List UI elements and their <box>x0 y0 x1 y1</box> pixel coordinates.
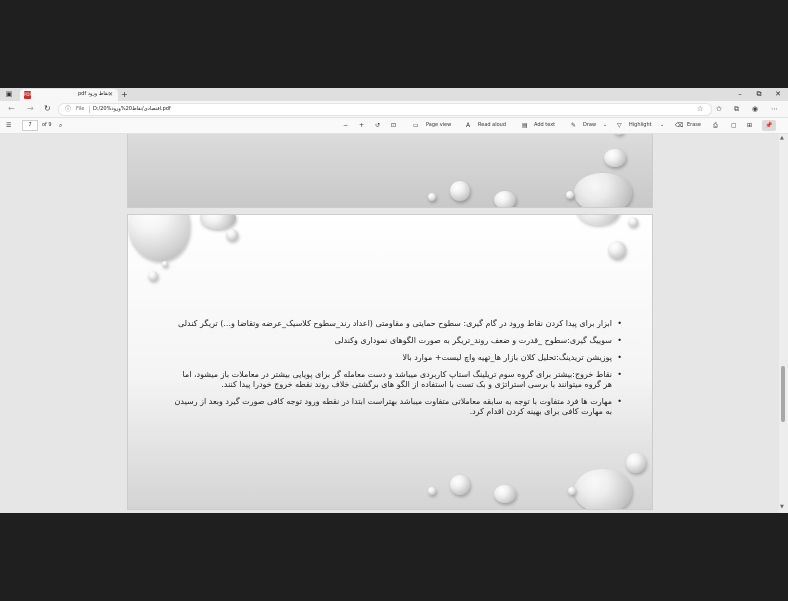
read-aloud-icon[interactable]: A <box>466 120 470 131</box>
water-drop <box>148 271 158 281</box>
tab-actions-icon[interactable]: ▣ <box>4 90 14 99</box>
water-drop <box>428 193 436 201</box>
close-icon[interactable]: ✕ <box>108 90 113 99</box>
new-tab-icon[interactable]: + <box>121 89 128 100</box>
info-icon[interactable]: ⓘ <box>65 104 71 115</box>
page-total: of 9 <box>42 122 52 128</box>
water-drop <box>566 191 574 199</box>
address-row: ← → ↻ ⓘ File D:/20%اقتصادی/نقاط20%ورود.p… <box>0 101 788 118</box>
scroll-up-icon[interactable]: ▲ <box>780 135 784 141</box>
window-close-icon[interactable]: ✕ <box>771 89 785 100</box>
menu-icon[interactable]: ☰ <box>6 120 11 131</box>
pdf-toolbar: ☰ 7 of 9 ⌕ − + ↺ ⊡ ▭ Page view A Read al… <box>0 118 788 134</box>
water-drop <box>574 469 632 509</box>
zoom-out-icon[interactable]: − <box>343 120 348 131</box>
water-drop <box>494 485 516 503</box>
pdf-page-current: ابزار برای پیدا کردن نقاط ورود در گام گی… <box>127 214 653 510</box>
back-icon[interactable]: ← <box>8 104 15 114</box>
water-drop <box>226 229 238 241</box>
refresh-icon[interactable]: ↻ <box>44 104 51 114</box>
favorite-star-icon[interactable]: ☆ <box>697 104 703 114</box>
address-bar[interactable]: ⓘ File D:/20%اقتصادی/نقاط20%ورود.pdf <box>58 103 712 116</box>
collections-icon[interactable]: ⧉ <box>734 104 739 114</box>
tab-title: نقاط ورود pdf <box>78 91 109 97</box>
water-drop <box>568 487 576 495</box>
list-item: مهارت ها فرد متفاوت با توجه به سابقه معا… <box>172 397 622 417</box>
water-drop <box>628 217 638 227</box>
water-drop <box>626 453 646 473</box>
bullet-list: ابزار برای پیدا کردن نقاط ورود در گام گی… <box>172 319 622 424</box>
water-drop <box>128 215 190 261</box>
save-as-icon[interactable]: ⊞ <box>747 120 752 131</box>
water-drop <box>614 134 624 135</box>
erase-button[interactable]: Erase <box>687 120 701 131</box>
search-icon[interactable]: ⌕ <box>59 120 62 131</box>
maximize-icon[interactable]: ⧉ <box>752 89 766 100</box>
zoom-in-icon[interactable]: + <box>359 120 364 131</box>
draw-button[interactable]: Draw <box>583 120 596 131</box>
tab-active[interactable]: PDF نقاط ورود pdf ✕ <box>20 89 118 101</box>
pin-icon[interactable]: 📌 <box>762 120 776 131</box>
print-icon[interactable]: ⎙ <box>713 120 718 131</box>
pdf-page-previous <box>127 134 653 208</box>
list-item: سوییگ گیری:سطوح _قدرت و ضعف روند_تریگر ب… <box>172 336 622 346</box>
tab-strip: ▣ PDF نقاط ورود pdf ✕ + – ⧉ ✕ <box>0 88 788 101</box>
divider <box>89 106 90 113</box>
water-drop <box>574 173 632 207</box>
fit-icon[interactable]: ⊡ <box>391 120 396 131</box>
draw-icon[interactable]: ✎ <box>571 120 576 131</box>
water-drop <box>162 261 168 267</box>
water-drop <box>576 215 620 225</box>
pdf-file-icon: PDF <box>24 91 32 99</box>
scrollbar-thumb[interactable] <box>781 366 785 422</box>
favorites-icon[interactable]: ✩ <box>716 104 722 114</box>
file-label: File <box>76 106 85 112</box>
water-drop <box>494 191 516 207</box>
url-text[interactable]: D:/20%اقتصادی/نقاط20%ورود.pdf <box>93 104 171 115</box>
highlight-button[interactable]: Highlight <box>629 120 652 131</box>
chevron-down-icon[interactable]: ⌄ <box>603 120 607 131</box>
vertical-scrollbar[interactable]: ▲ ▼ <box>779 134 788 513</box>
rotate-icon[interactable]: ↺ <box>375 120 380 131</box>
page-view-button[interactable]: Page view <box>426 120 451 131</box>
profile-icon[interactable]: ◉ <box>752 104 758 114</box>
forward-icon[interactable]: → <box>27 104 34 114</box>
add-text-icon[interactable]: ▤ <box>522 120 528 131</box>
water-drop <box>450 475 470 495</box>
save-icon[interactable]: ▢ <box>731 120 737 131</box>
more-icon[interactable]: ⋯ <box>771 104 778 114</box>
chevron-down-icon[interactable]: ⌄ <box>660 120 664 131</box>
add-text-button[interactable]: Add text <box>534 120 555 131</box>
browser-window: ▣ PDF نقاط ورود pdf ✕ + – ⧉ ✕ ← → ↻ ⓘ Fi… <box>0 88 788 513</box>
pdf-viewer[interactable]: ابزار برای پیدا کردن نقاط ورود در گام گی… <box>0 134 788 513</box>
water-drop <box>428 487 436 495</box>
erase-icon[interactable]: ⌫ <box>675 120 683 131</box>
water-drop <box>604 149 626 167</box>
read-aloud-button[interactable]: Read aloud <box>478 120 506 131</box>
minimize-icon[interactable]: – <box>733 89 747 100</box>
page-view-icon[interactable]: ▭ <box>413 120 419 131</box>
page-number-input[interactable]: 7 <box>22 120 38 131</box>
list-item: نقاط خروج:بیشتر برای گروه سوم تریلینگ اس… <box>172 370 622 390</box>
water-drop <box>200 215 236 229</box>
list-item: پوزیشن تریدینگ:تحلیل کلان بازار ها_تهیه … <box>172 353 622 363</box>
scroll-down-icon[interactable]: ▼ <box>780 504 784 510</box>
highlight-icon[interactable]: ▽ <box>617 120 622 131</box>
list-item: ابزار برای پیدا کردن نقاط ورود در گام گی… <box>172 319 622 329</box>
water-drop <box>608 241 626 259</box>
water-drop <box>450 181 470 201</box>
